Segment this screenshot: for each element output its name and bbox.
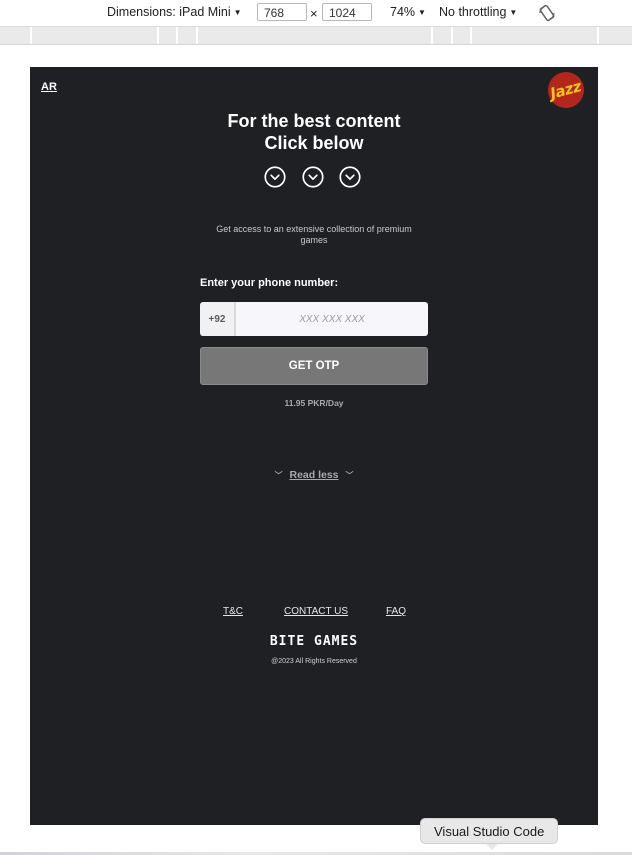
viewport-height-input[interactable]: 1024 [322,3,372,21]
phone-number-input[interactable] [236,302,428,336]
ruler-marker [30,27,32,44]
subscription-price: 11.95 PKR/Day [284,398,344,408]
contact-us-link[interactable]: CONTACT US [284,606,348,617]
copyright-text: @2023 All Rights Reserved [271,658,357,665]
headline-line-1: For the best content [227,111,401,131]
device-dimensions-label: Dimensions: iPad Mini [107,5,231,19]
device-dimensions-dropdown[interactable]: Dimensions: iPad Mini ▼ [107,5,242,19]
ruler-marker [470,27,472,44]
ruler-marker [431,27,433,44]
get-otp-button[interactable]: GET OTP [200,347,428,385]
ruler-marker [157,27,159,44]
ruler-marker [451,27,453,44]
dock-tooltip: Visual Studio Code [420,818,559,850]
chevron-down-icon: ▼ [233,7,242,17]
phone-number-field: +92 [200,302,428,336]
bite-games-logo: BITE GAMES [269,634,359,649]
terms-link[interactable]: T&C [223,606,243,617]
chevron-down-circle-icon [339,166,361,188]
zoom-dropdown[interactable]: 74% ▼ [390,5,426,19]
ruler-marker [176,27,178,44]
rotate-icon[interactable] [538,4,556,22]
throttling-label: No throttling [439,5,507,19]
country-code-prefix: +92 [200,302,236,336]
jazz-logo: Jazz [548,72,584,108]
chevron-down-circle-icon [264,166,286,188]
zoom-label: 74% [390,5,416,19]
chevron-down-icon: ▼ [418,7,426,17]
media-query-ruler[interactable] [0,27,632,45]
dimension-separator: × [310,6,318,21]
ruler-marker [597,27,599,44]
throttling-dropdown[interactable]: No throttling ▼ [439,5,517,19]
faq-link[interactable]: FAQ [386,606,406,617]
chevron-down-icon: ▼ [509,7,518,17]
scroll-hint-icons [264,166,366,192]
jazz-logo-text: Jazz [548,77,584,103]
chevron-down-icon: ﹀ [345,471,354,480]
subtext: Get access to an extensive collection of… [216,224,412,245]
viewport-width-input[interactable]: 768 [257,3,307,21]
devtools-device-toolbar: Dimensions: iPad Mini ▼ 768 × 1024 74% ▼… [0,0,632,27]
headline-line-2: Click below [264,133,364,153]
ruler-marker [196,27,198,44]
chevron-down-icon: ﹀ [274,471,283,480]
read-less-toggle[interactable]: ﹀ Read less ﹀ [30,469,598,481]
emulated-viewport: AR Jazz For the best content Click below… [30,67,598,825]
read-less-link[interactable]: Read less [289,469,338,481]
chevron-down-circle-icon [302,166,324,188]
phone-number-label: Enter your phone number: [200,277,339,289]
language-toggle-link[interactable]: AR [41,81,57,93]
